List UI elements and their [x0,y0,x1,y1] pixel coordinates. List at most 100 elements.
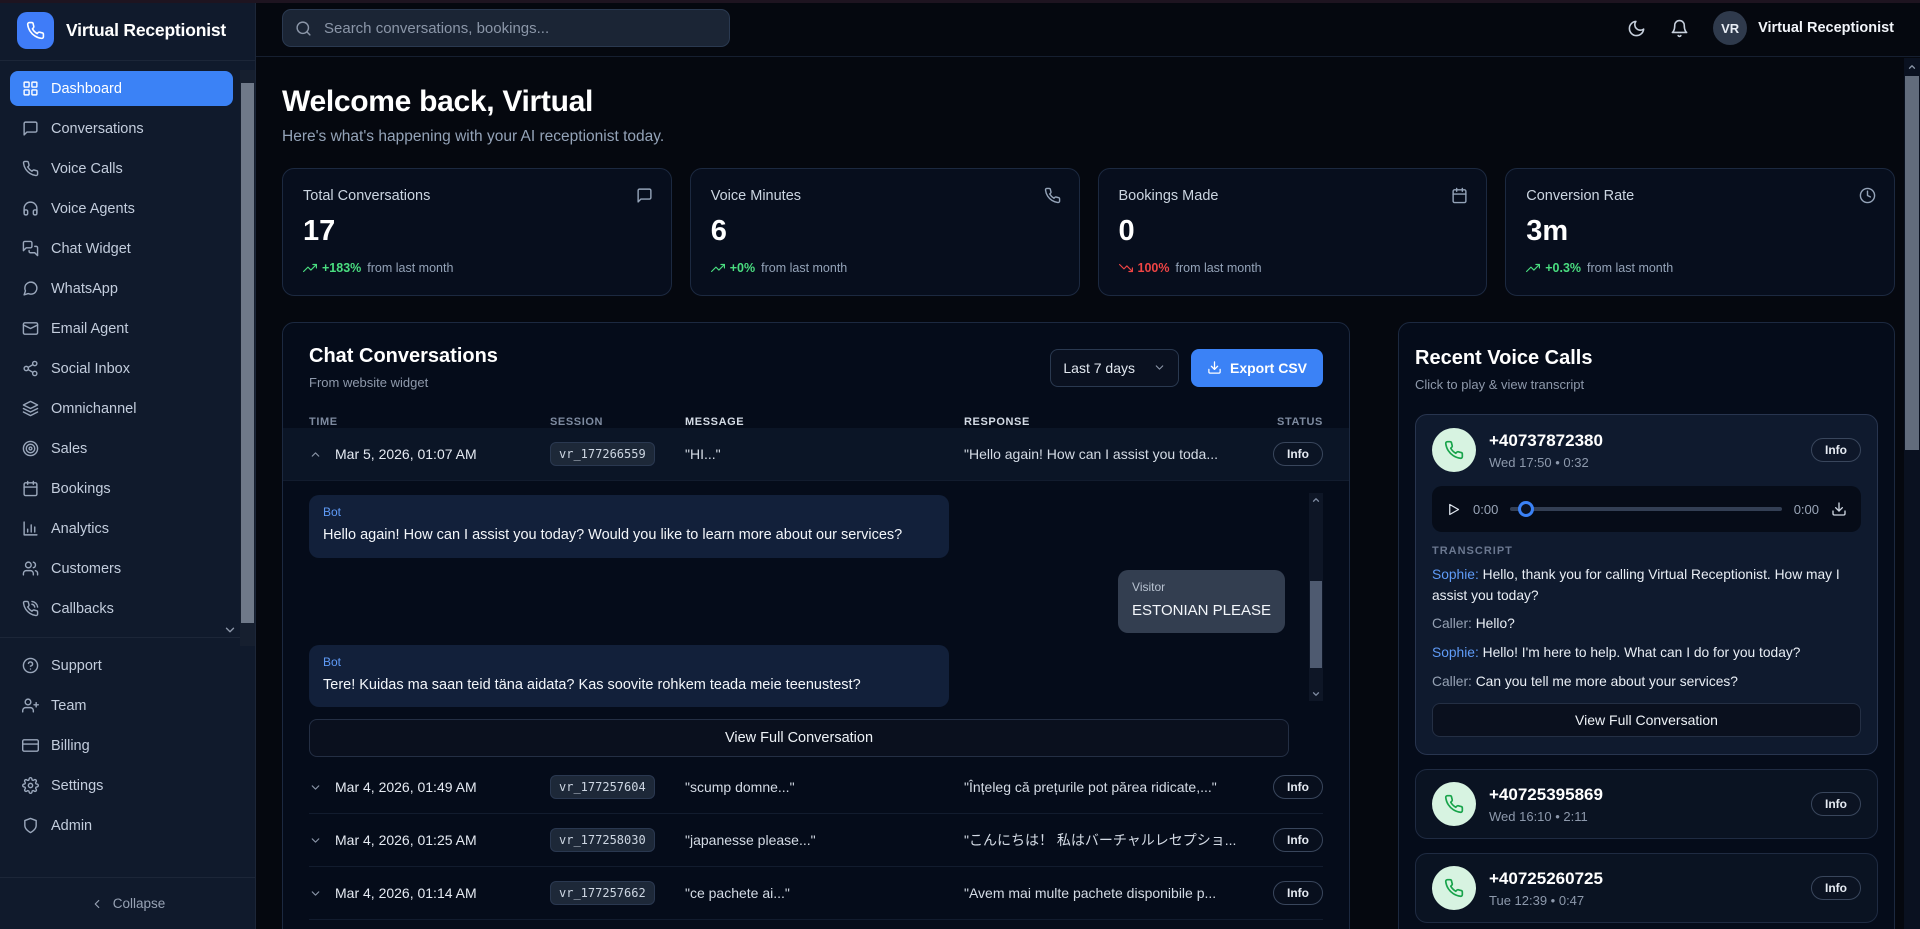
topbar-right: VR Virtual Receptionist [1627,11,1894,45]
column-header-session: SESSION [550,416,685,428]
play-icon[interactable] [1446,502,1461,517]
sidebar-item-voice-agents[interactable]: Voice Agents [10,191,233,226]
sidebar-item-chat-widget[interactable]: Chat Widget [10,231,233,266]
table-row[interactable]: Mar 4, 2026, 01:49 AM vr_177257604 "scum… [309,761,1323,814]
sidebar-item-email-agent[interactable]: Email Agent [10,311,233,346]
sidebar-item-dashboard[interactable]: Dashboard [10,71,233,106]
sidebar-item-sales[interactable]: Sales [10,431,233,466]
table-header: TIME SESSION MESSAGE RESPONSE STATUS [309,416,1323,428]
sidebar-item-team[interactable]: Team [10,688,233,723]
sidebar-item-whatsapp[interactable]: WhatsApp [10,271,233,306]
help-circle-icon [22,657,39,674]
sidebar-scrollbar[interactable] [240,70,255,646]
table-row[interactable]: Mar 4, 2026, 01:14 AM vr_177257662 "ce p… [309,867,1323,920]
user-menu[interactable]: VR Virtual Receptionist [1713,11,1894,45]
chevron-up-icon[interactable] [309,448,322,461]
sidebar-item-analytics[interactable]: Analytics [10,511,233,546]
row-time: Mar 4, 2026, 01:14 AM [335,885,477,901]
info-badge[interactable]: Info [1811,792,1861,816]
row-time: Mar 5, 2026, 01:07 AM [335,446,477,462]
sidebar-item-customers[interactable]: Customers [10,551,233,586]
voice-call-card[interactable]: +40737872380 Wed 17:50 • 0:32 Info 0:00 [1415,414,1878,755]
stat-trend: +183% from last month [303,261,651,275]
info-badge[interactable]: Info [1273,828,1323,852]
sidebar-item-bookings[interactable]: Bookings [10,471,233,506]
slider-knob[interactable] [1518,501,1534,517]
table-row[interactable]: Mar 4, 2026, 01:25 AM vr_177258030 "japa… [309,814,1323,867]
sidebar-item-social-inbox[interactable]: Social Inbox [10,351,233,386]
nav-scroll-more-chevron-down-icon[interactable] [223,623,237,637]
search-box[interactable] [282,9,730,47]
theme-toggle-moon-icon[interactable] [1627,19,1646,38]
stat-trend-suffix: from last month [367,261,453,275]
transcript-label: TRANSCRIPT [1432,545,1861,557]
info-badge[interactable]: Info [1273,442,1323,466]
column-header-time: TIME [309,416,550,428]
page-scrollbar[interactable] [1904,58,1920,929]
voice-call-card[interactable]: +40725260725 Tue 12:39 • 0:47 Info [1415,853,1878,923]
scroll-down-chevron-icon[interactable] [1309,687,1323,701]
scroll-up-chevron-icon[interactable] [1904,58,1920,75]
sidebar-item-callbacks[interactable]: Callbacks [10,591,233,626]
thread-scrollbar[interactable] [1309,493,1323,701]
voice-call-card[interactable]: +40725395869 Wed 16:10 • 2:11 Info [1415,769,1878,839]
trend-up-icon: +0.3% [1526,261,1581,275]
sidebar-item-label: Omnichannel [51,401,136,417]
page-title: Welcome back, Virtual [282,85,1895,119]
sender-label: Bot [323,655,935,669]
search-icon [295,20,312,37]
speaker-label: Sophie: [1432,645,1479,660]
notifications-bell-icon[interactable] [1670,19,1689,38]
export-csv-button[interactable]: Export CSV [1191,349,1323,387]
trend-down-icon: 100% [1119,261,1170,275]
sidebar-item-settings[interactable]: Settings [10,768,233,803]
calls-panel-title: Recent Voice Calls [1415,347,1878,370]
info-badge[interactable]: Info [1273,881,1323,905]
view-full-conversation-button[interactable]: View Full Conversation [309,719,1289,757]
stat-value: 6 [711,215,1059,248]
sidebar-item-admin[interactable]: Admin [10,808,233,843]
sender-label: Bot [323,505,935,519]
download-icon[interactable] [1831,501,1847,517]
sidebar-item-billing[interactable]: Billing [10,728,233,763]
sidebar-divider [0,637,255,638]
avatar[interactable]: VR [1713,11,1747,45]
date-range-select[interactable]: Last 7 days [1050,349,1179,387]
session-badge: vr_177257662 [550,881,655,905]
sidebar-item-omnichannel[interactable]: Omnichannel [10,391,233,426]
stat-label: Voice Minutes [711,188,1059,204]
sidebar-scrollbar-thumb[interactable] [241,83,254,623]
table-row[interactable]: Mar 5, 2026, 01:07 AM vr_177266559 "HI..… [283,428,1349,481]
search-input[interactable] [322,19,717,38]
call-number: +40737872380 [1489,431,1603,451]
chat-panel-subtitle: From website widget [309,375,498,390]
calls-panel-subtitle: Click to play & view transcript [1415,377,1878,392]
sidebar-item-conversations[interactable]: Conversations [10,111,233,146]
sidebar-item-label: Billing [51,738,90,754]
row-response: "Înțeleg că prețurile pot părea ridicate… [964,779,1259,795]
slider-track[interactable] [1510,507,1781,511]
sidebar-collapse-button[interactable]: Collapse [0,877,255,929]
phone-icon [1432,866,1476,910]
sidebar-item-support[interactable]: Support [10,648,233,683]
scroll-up-chevron-icon[interactable] [1309,493,1323,507]
chevron-down-icon[interactable] [309,834,322,847]
info-badge[interactable]: Info [1811,438,1861,462]
chevron-down-icon[interactable] [309,781,322,794]
sidebar-secondary-nav: Support Team Billing Settings Admin [0,648,255,848]
transcript-line: Caller: Can you tell me more about your … [1432,672,1861,693]
view-full-conversation-button[interactable]: View Full Conversation [1432,703,1861,737]
table-row-partial[interactable] [309,920,1323,929]
info-badge[interactable]: Info [1811,876,1861,900]
seek-slider[interactable] [1510,501,1781,517]
download-icon [1207,360,1222,375]
chevron-down-icon[interactable] [309,887,322,900]
page-scrollbar-thumb[interactable] [1905,76,1919,450]
sidebar-item-voice-calls[interactable]: Voice Calls [10,151,233,186]
sidebar-item-label: Conversations [51,121,144,137]
phone-call-icon [22,600,39,617]
app-window: Virtual Receptionist Dashboard Conversat… [0,0,1920,929]
thread-scrollbar-thumb[interactable] [1310,581,1322,669]
visitor-message-bubble: Visitor ESTONIAN PLEASE [1118,570,1285,633]
info-badge[interactable]: Info [1273,775,1323,799]
